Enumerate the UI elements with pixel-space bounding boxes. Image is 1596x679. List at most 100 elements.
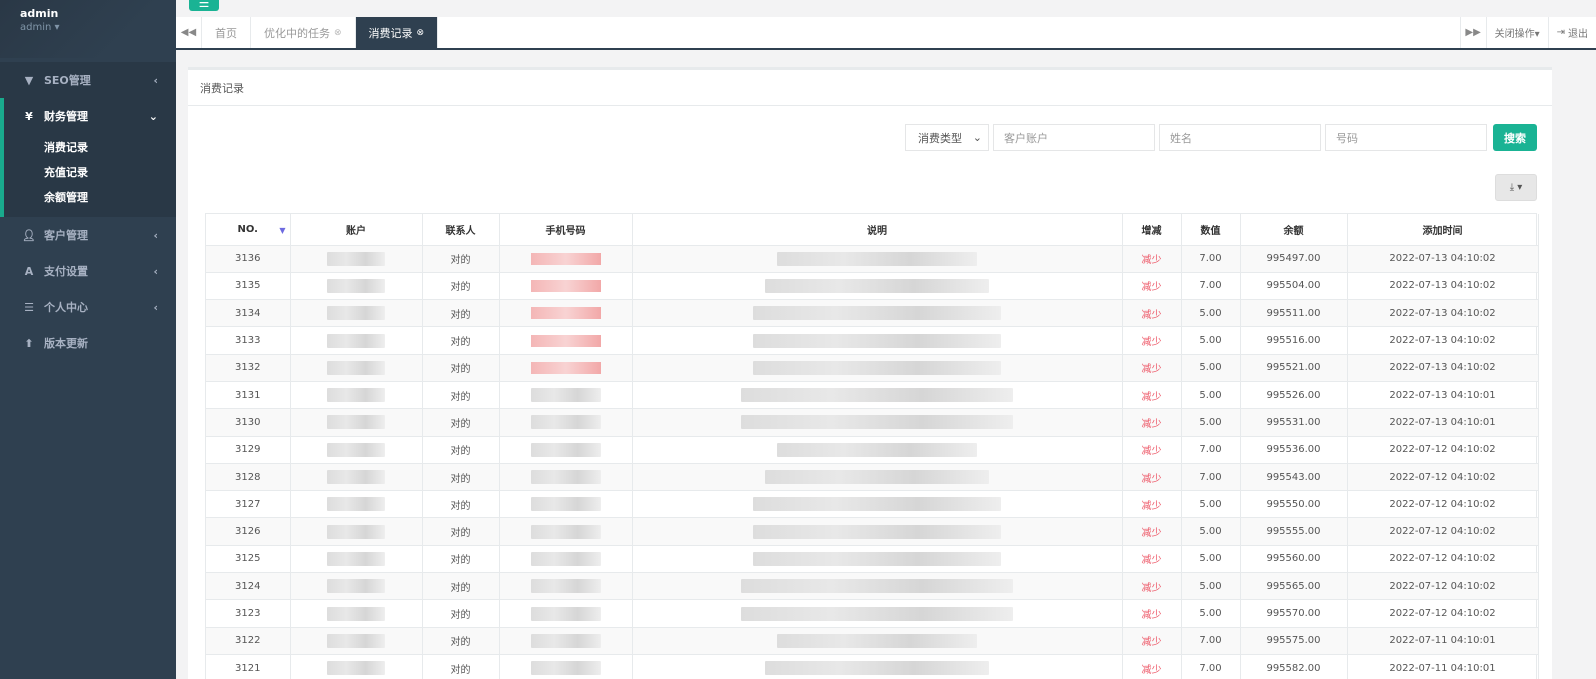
redacted-account: [327, 524, 385, 539]
name-input[interactable]: 姓名: [1159, 124, 1321, 151]
cell-balance: 995497.00: [1240, 245, 1348, 273]
cell-time: 2022-07-13 04:10:01: [1347, 408, 1539, 437]
table-row[interactable]: 3126 对的 减少 5.00 995555.00 2022-07-12 04:10:02: [206, 517, 1539, 546]
cell-time: 2022-07-11 04:10:01: [1347, 654, 1539, 679]
export-button[interactable]: ⤓ ▾: [1495, 174, 1537, 201]
cell-balance: 995565.00: [1240, 572, 1348, 601]
table-row[interactable]: 3124 对的 减少 5.00 995565.00 2022-07-12 04:10:02: [206, 572, 1539, 601]
table-row[interactable]: 3128 对的 减少 7.00 995543.00 2022-07-12 04:10:02: [206, 463, 1539, 492]
table-row[interactable]: 3134 对的 减少 5.00 995511.00 2022-07-13 04:10:02: [206, 299, 1539, 328]
cell-contact: 对的: [422, 627, 500, 655]
table-row[interactable]: 3135 对的 减少 7.00 995504.00 2022-07-13 04:10:02: [206, 272, 1539, 301]
user-icon: 👤︎: [22, 228, 36, 242]
table-row[interactable]: 3127 对的 减少 5.00 995550.00 2022-07-12 04:10:02: [206, 490, 1539, 519]
cell-account: [290, 354, 423, 382]
cell-description: [632, 354, 1123, 382]
table-header-row: NO. ▼ 账户 联系人 手机号码 说明 增减 数值 余额 添加时间: [206, 214, 1539, 246]
cell-contact: 对的: [422, 463, 500, 492]
cell-no: 3121: [206, 654, 291, 679]
cell-no: 3130: [206, 408, 291, 437]
table-row[interactable]: 3121 对的 减少 7.00 995582.00 2022-07-11 04:10:01: [206, 654, 1539, 679]
cell-no: 3136: [206, 245, 291, 273]
topbar: ☰: [176, 0, 1596, 17]
cell-amount: 7.00: [1181, 436, 1241, 464]
cell-account: [290, 272, 423, 301]
menu-toggle-button[interactable]: ☰: [189, 0, 219, 11]
cell-amount: 5.00: [1181, 354, 1241, 382]
table-row[interactable]: 3122 对的 减少 7.00 995575.00 2022-07-11 04:10:01: [206, 627, 1539, 655]
redacted-phone: [530, 334, 601, 347]
table-row[interactable]: 3125 对的 减少 5.00 995560.00 2022-07-12 04:10:02: [206, 545, 1539, 574]
col-header-account[interactable]: 账户: [290, 214, 423, 246]
table-row[interactable]: 3136 对的 减少 7.00 995497.00 2022-07-13 04:10:02: [206, 245, 1539, 273]
cell-amount: 7.00: [1181, 463, 1241, 492]
consumption-type-select[interactable]: 消费类型 ⌄: [905, 124, 989, 151]
table-row[interactable]: 3132 对的 减少 5.00 995521.00 2022-07-13 04:10:02: [206, 354, 1539, 382]
tabs-scroll-right-button[interactable]: ▶▶: [1459, 17, 1486, 48]
close-icon[interactable]: ⊗: [417, 28, 425, 38]
sidebar-subitem-balance[interactable]: 余额管理: [4, 184, 176, 209]
cell-change: 减少: [1122, 490, 1182, 519]
sidebar-item-payment[interactable]: A 支付设置 ‹: [0, 253, 176, 289]
table-row[interactable]: 3123 对的 减少 5.00 995570.00 2022-07-12 04:10:02: [206, 599, 1539, 628]
cell-contact: 对的: [422, 490, 500, 519]
tab-home[interactable]: 首页: [202, 17, 251, 48]
tab-optimizing-tasks[interactable]: 优化中的任务 ⊗: [251, 17, 356, 48]
tab-consumption-records[interactable]: 消费记录 ⊗: [355, 17, 439, 48]
sidebar-subitem-consumption[interactable]: 消费记录: [4, 134, 176, 159]
redacted-account: [327, 442, 385, 457]
sidebar-item-finance[interactable]: ¥ 财务管理 ⌄: [4, 98, 176, 134]
table-row[interactable]: 3133 对的 减少 5.00 995516.00 2022-07-13 04:10:02: [206, 326, 1539, 355]
tabs-scroll-left-button[interactable]: ◀◀: [176, 17, 202, 48]
cell-no: 3125: [206, 545, 291, 574]
logout-button[interactable]: ⇥ 退出: [1547, 17, 1596, 48]
user-name: admin: [20, 7, 59, 20]
content-panel: 消费记录 消费类型 ⌄ 客户账户 姓名 号码 搜索 ⤓ ▾ NO. ▼ 账户 联系…: [188, 67, 1552, 679]
sidebar-item-label: SEO管理: [44, 74, 91, 87]
font-icon: A: [24, 264, 34, 278]
col-header-change[interactable]: 增减: [1122, 214, 1182, 246]
sidebar-item-profile[interactable]: ☰ 个人中心 ‹: [0, 289, 176, 325]
col-header-amount[interactable]: 数值: [1181, 214, 1241, 246]
cell-time: 2022-07-11 04:10:01: [1347, 627, 1539, 655]
col-header-balance[interactable]: 余额: [1240, 214, 1348, 246]
chevron-left-icon: ‹: [153, 73, 158, 87]
redacted-phone: [530, 279, 601, 292]
sidebar-item-version[interactable]: ⬆ 版本更新: [0, 325, 176, 361]
sidebar-subitem-recharge[interactable]: 充值记录: [4, 159, 176, 184]
cell-description: [632, 245, 1123, 273]
col-header-description[interactable]: 说明: [632, 214, 1123, 246]
col-header-contact[interactable]: 联系人: [422, 214, 500, 246]
col-header-time[interactable]: 添加时间: [1347, 214, 1539, 246]
table-row[interactable]: 3131 对的 减少 5.00 995526.00 2022-07-13 04:10:01: [206, 381, 1539, 410]
sidebar-item-label: 版本更新: [44, 337, 88, 350]
cell-time: 2022-07-13 04:10:02: [1347, 272, 1539, 301]
sidebar-item-customers[interactable]: 👤︎ 客户管理 ‹: [0, 217, 176, 253]
close-operations-dropdown[interactable]: 关闭操作▾: [1485, 17, 1548, 48]
cell-description: [632, 436, 1123, 464]
cell-account: [290, 654, 423, 679]
col-header-phone[interactable]: 手机号码: [499, 214, 633, 246]
upload-icon: ⬆: [24, 336, 34, 350]
close-icon[interactable]: ⊗: [334, 28, 342, 38]
cell-no: 3126: [206, 517, 291, 546]
col-header-no[interactable]: NO. ▼: [206, 214, 291, 246]
cell-no: 3132: [206, 354, 291, 382]
cell-description: [632, 381, 1123, 410]
search-button[interactable]: 搜索: [1493, 124, 1537, 151]
cell-balance: 995575.00: [1240, 627, 1348, 655]
table-row[interactable]: 3129 对的 减少 7.00 995536.00 2022-07-12 04:10:02: [206, 436, 1539, 464]
sidebar-item-seo[interactable]: ▼ SEO管理 ‹: [0, 62, 176, 98]
table-row[interactable]: 3130 对的 减少 5.00 995531.00 2022-07-13 04:10:01: [206, 408, 1539, 437]
customer-account-input[interactable]: 客户账户: [993, 124, 1155, 151]
cell-time: 2022-07-12 04:10:02: [1347, 463, 1539, 492]
user-role-dropdown[interactable]: admin ▾: [20, 22, 156, 33]
redacted-account: [327, 388, 385, 403]
cell-phone: [499, 408, 633, 437]
redacted-description: [753, 333, 1001, 348]
redacted-phone: [530, 442, 601, 457]
panel-title: 消费记录: [188, 70, 1552, 106]
cell-change: 减少: [1122, 627, 1182, 655]
number-input[interactable]: 号码: [1325, 124, 1487, 151]
cell-account: [290, 463, 423, 492]
